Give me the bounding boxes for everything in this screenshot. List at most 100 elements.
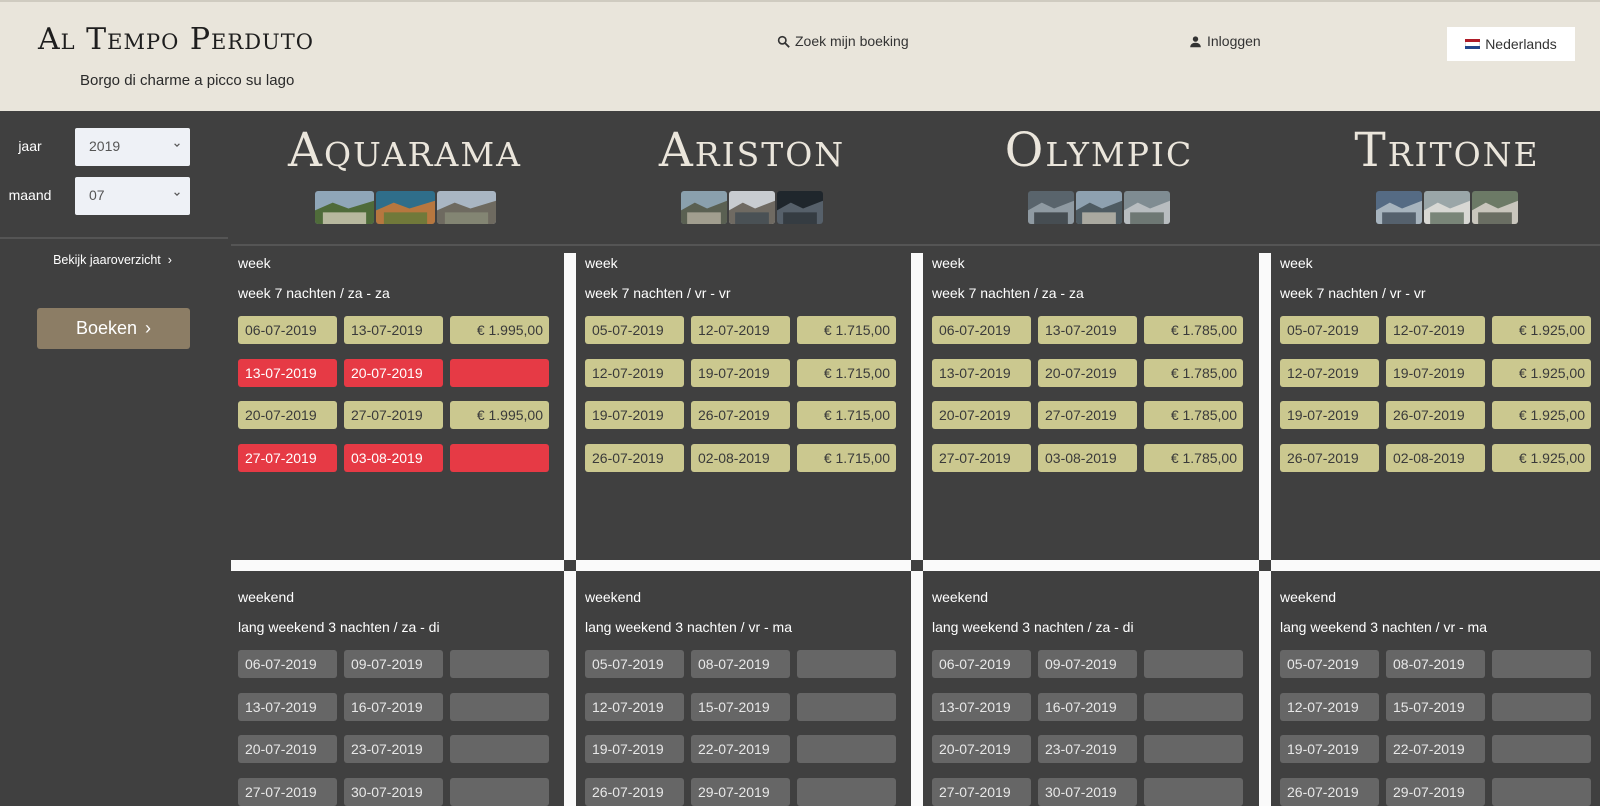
arrival-date-cell[interactable]: 05-07-2019 — [1280, 316, 1379, 344]
arrival-date-cell[interactable]: 13-07-2019 — [238, 692, 337, 721]
price-cell[interactable]: € 1.995,00 — [450, 401, 549, 429]
price-cell[interactable]: € 1.785,00 — [1144, 443, 1243, 472]
arrival-date-cell[interactable]: 27-07-2019 — [932, 443, 1031, 472]
period-row[interactable]: 13-07-2019 20-07-2019 € 1.785,00 — [932, 358, 1243, 387]
find-booking-link[interactable]: Zoek mijn boeking — [777, 33, 909, 49]
price-cell[interactable] — [450, 735, 549, 763]
price-cell[interactable] — [1492, 777, 1591, 806]
period-row[interactable]: 13-07-2019 16-07-2019 — [238, 692, 549, 721]
photo-thumbnail[interactable] — [1124, 191, 1170, 224]
arrival-date-cell[interactable]: 12-07-2019 — [1280, 358, 1379, 387]
arrival-date-cell[interactable]: 26-07-2019 — [1280, 443, 1379, 472]
price-cell[interactable]: € 1.715,00 — [797, 443, 896, 472]
arrival-date-cell[interactable]: 06-07-2019 — [238, 316, 337, 344]
price-cell[interactable] — [797, 735, 896, 763]
arrival-date-cell[interactable]: 12-07-2019 — [585, 358, 684, 387]
departure-date-cell[interactable]: 27-07-2019 — [1038, 401, 1137, 429]
price-cell[interactable] — [797, 650, 896, 678]
arrival-date-cell[interactable]: 20-07-2019 — [932, 735, 1031, 763]
arrival-date-cell[interactable]: 27-07-2019 — [238, 777, 337, 806]
period-row[interactable]: 06-07-2019 13-07-2019 € 1.785,00 — [932, 316, 1243, 344]
departure-date-cell[interactable]: 23-07-2019 — [344, 735, 443, 763]
period-row[interactable]: 20-07-2019 27-07-2019 € 1.995,00 — [238, 401, 549, 429]
price-cell[interactable] — [1144, 692, 1243, 721]
departure-date-cell[interactable]: 29-07-2019 — [691, 777, 790, 806]
price-cell[interactable] — [797, 777, 896, 806]
login-link[interactable]: Inloggen — [1189, 33, 1261, 49]
price-cell[interactable] — [1492, 692, 1591, 721]
departure-date-cell[interactable]: 22-07-2019 — [691, 735, 790, 763]
book-button[interactable]: Boeken › — [37, 308, 190, 349]
accommodation-title[interactable]: Ariston — [578, 123, 926, 178]
period-row[interactable]: 26-07-2019 29-07-2019 — [585, 777, 896, 806]
price-cell[interactable] — [1144, 650, 1243, 678]
departure-date-cell[interactable]: 12-07-2019 — [691, 316, 790, 344]
photo-thumbnail[interactable] — [375, 191, 435, 224]
period-row[interactable]: 06-07-2019 09-07-2019 — [238, 650, 549, 678]
arrival-date-cell[interactable]: 12-07-2019 — [585, 692, 684, 721]
period-row[interactable]: 12-07-2019 15-07-2019 — [585, 692, 896, 721]
arrival-date-cell[interactable]: 26-07-2019 — [585, 443, 684, 472]
period-row[interactable]: 12-07-2019 19-07-2019 € 1.715,00 — [585, 358, 896, 387]
price-cell[interactable]: € 1.715,00 — [797, 316, 896, 344]
departure-date-cell[interactable]: 15-07-2019 — [691, 692, 790, 721]
departure-date-cell[interactable]: 08-07-2019 — [691, 650, 790, 678]
departure-date-cell[interactable]: 19-07-2019 — [1386, 358, 1485, 387]
period-row[interactable]: 26-07-2019 02-08-2019 € 1.715,00 — [585, 443, 896, 472]
price-cell[interactable]: € 1.785,00 — [1144, 401, 1243, 429]
accommodation-title[interactable]: Aquarama — [231, 123, 579, 178]
departure-date-cell[interactable]: 02-08-2019 — [691, 443, 790, 472]
period-row[interactable]: 20-07-2019 23-07-2019 — [238, 735, 549, 763]
arrival-date-cell[interactable]: 20-07-2019 — [932, 401, 1031, 429]
arrival-date-cell[interactable]: 06-07-2019 — [238, 650, 337, 678]
arrival-date-cell[interactable]: 20-07-2019 — [238, 401, 337, 429]
arrival-date-cell[interactable]: 19-07-2019 — [1280, 401, 1379, 429]
departure-date-cell[interactable]: 09-07-2019 — [1038, 650, 1137, 678]
price-cell[interactable] — [450, 777, 549, 806]
arrival-date-cell[interactable]: 19-07-2019 — [585, 735, 684, 763]
price-cell[interactable]: € 1.785,00 — [1144, 358, 1243, 387]
photo-thumbnail[interactable] — [314, 191, 374, 224]
departure-date-cell[interactable]: 22-07-2019 — [1386, 735, 1485, 763]
period-row[interactable]: 20-07-2019 27-07-2019 € 1.785,00 — [932, 401, 1243, 429]
year-overview-link[interactable]: Bekijk jaaroverzicht › — [0, 253, 225, 267]
period-row[interactable]: 19-07-2019 22-07-2019 — [1280, 735, 1591, 763]
departure-date-cell[interactable]: 19-07-2019 — [691, 358, 790, 387]
period-row[interactable]: 20-07-2019 23-07-2019 — [932, 735, 1243, 763]
arrival-date-cell[interactable]: 19-07-2019 — [585, 401, 684, 429]
price-cell[interactable] — [797, 692, 896, 721]
photo-thumbnail[interactable] — [1076, 191, 1122, 224]
departure-date-cell[interactable]: 13-07-2019 — [1038, 316, 1137, 344]
period-row[interactable]: 27-07-2019 30-07-2019 — [932, 777, 1243, 806]
departure-date-cell[interactable]: 03-08-2019 — [1038, 443, 1137, 472]
period-row[interactable]: 05-07-2019 08-07-2019 — [1280, 650, 1591, 678]
period-row[interactable]: 13-07-2019 16-07-2019 — [932, 692, 1243, 721]
photo-thumbnail[interactable] — [1028, 191, 1074, 224]
period-row[interactable]: 27-07-2019 03-08-2019 € 1.785,00 — [932, 443, 1243, 472]
price-cell[interactable]: € 1.925,00 — [1492, 316, 1591, 344]
period-row[interactable]: 05-07-2019 08-07-2019 — [585, 650, 896, 678]
departure-date-cell[interactable]: 12-07-2019 — [1386, 316, 1485, 344]
price-cell[interactable] — [1492, 650, 1591, 678]
arrival-date-cell[interactable]: 13-07-2019 — [238, 358, 337, 387]
period-row[interactable]: 26-07-2019 02-08-2019 € 1.925,00 — [1280, 443, 1591, 472]
arrival-date-cell[interactable]: 27-07-2019 — [932, 777, 1031, 806]
price-cell[interactable]: € 1.925,00 — [1492, 358, 1591, 387]
price-cell[interactable]: € 1.715,00 — [797, 401, 896, 429]
arrival-date-cell[interactable]: 12-07-2019 — [1280, 692, 1379, 721]
arrival-date-cell[interactable]: 06-07-2019 — [932, 650, 1031, 678]
period-row[interactable]: 19-07-2019 22-07-2019 — [585, 735, 896, 763]
photo-thumbnail[interactable] — [777, 191, 823, 224]
site-title[interactable]: Al Tempo Perduto — [38, 22, 314, 57]
photo-thumbnail[interactable] — [1472, 191, 1518, 224]
price-cell[interactable]: € 1.715,00 — [797, 358, 896, 387]
departure-date-cell[interactable]: 15-07-2019 — [1386, 692, 1485, 721]
period-row[interactable]: 19-07-2019 26-07-2019 € 1.715,00 — [585, 401, 896, 429]
arrival-date-cell[interactable]: 13-07-2019 — [932, 358, 1031, 387]
departure-date-cell[interactable]: 08-07-2019 — [1386, 650, 1485, 678]
accommodation-title[interactable]: Tritone — [1273, 123, 1600, 178]
departure-date-cell[interactable]: 26-07-2019 — [1386, 401, 1485, 429]
accommodation-title[interactable]: Olympic — [925, 123, 1273, 178]
arrival-date-cell[interactable]: 27-07-2019 — [238, 443, 337, 472]
arrival-date-cell[interactable]: 26-07-2019 — [585, 777, 684, 806]
